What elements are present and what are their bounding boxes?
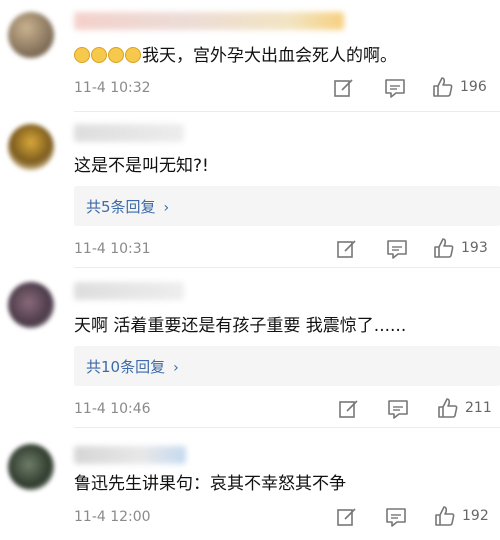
username-blurred[interactable]: [74, 12, 344, 30]
edit-icon[interactable]: [338, 398, 360, 420]
avatar[interactable]: [8, 12, 54, 58]
comment-icon[interactable]: [385, 506, 407, 528]
comment-text-content: 我天，宫外孕大出血会死人的啊。: [142, 46, 397, 66]
comment-icon[interactable]: [386, 238, 408, 260]
replies-label: 共10条回复: [86, 358, 166, 376]
thumbs-up-icon[interactable]: [437, 397, 459, 419]
chevron-right-icon: ›: [163, 200, 170, 216]
like-count: 192: [462, 508, 489, 524]
comment-text: 鲁迅先生讲果句：哀其不幸怒其不争: [74, 474, 346, 494]
like-count: 211: [465, 400, 492, 416]
comment-item: 天啊 活着重要还是有孩子重要 我震惊了...... 共10条回复 › 11-4 1…: [0, 268, 500, 428]
comment-timestamp: 11-4 10:31: [74, 241, 151, 257]
emoji-icon: [91, 47, 107, 63]
emoji-icon: [125, 47, 141, 63]
thumbs-up-icon[interactable]: [432, 76, 454, 98]
emoji-icon: [108, 47, 124, 63]
edit-icon[interactable]: [336, 506, 358, 528]
thumbs-up-icon[interactable]: [433, 237, 455, 259]
username-blurred[interactable]: [74, 446, 186, 464]
comment-text: 天啊 活着重要还是有孩子重要 我震惊了......: [74, 316, 407, 336]
avatar[interactable]: [8, 124, 54, 170]
chevron-right-icon: ›: [173, 360, 179, 376]
view-replies-link[interactable]: 共5条回复 ›: [86, 196, 169, 217]
comment-icon[interactable]: [384, 77, 406, 99]
like-count: 193: [461, 240, 488, 256]
thumbs-up-icon[interactable]: [434, 505, 456, 527]
emoji-icon: [74, 47, 90, 63]
comment-timestamp: 11-4 12:00: [74, 509, 151, 525]
comment-item: 我天，宫外孕大出血会死人的啊。 11-4 10:32 196: [0, 0, 500, 112]
avatar[interactable]: [8, 282, 54, 328]
replies-box[interactable]: 共10条回复 ›: [74, 346, 500, 386]
replies-label: 共5条回复: [86, 198, 156, 216]
comment-text: 这是不是叫无知?!: [74, 156, 209, 176]
username-blurred[interactable]: [74, 282, 184, 300]
avatar[interactable]: [8, 444, 54, 490]
edit-icon[interactable]: [336, 238, 358, 260]
username-blurred[interactable]: [74, 124, 184, 142]
comment-item: 鲁迅先生讲果句：哀其不幸怒其不争 11-4 12:00 192: [0, 428, 500, 540]
comment-timestamp: 11-4 10:46: [74, 401, 151, 417]
comment-text: 我天，宫外孕大出血会死人的啊。: [74, 44, 397, 68]
comment-item: 这是不是叫无知?! 共5条回复 › 11-4 10:31 193: [0, 112, 500, 268]
view-replies-link[interactable]: 共10条回复 ›: [86, 356, 179, 377]
edit-icon[interactable]: [333, 77, 355, 99]
comment-timestamp: 11-4 10:32: [74, 80, 151, 96]
replies-box[interactable]: 共5条回复 ›: [74, 186, 500, 226]
comment-icon[interactable]: [387, 398, 409, 420]
like-count: 196: [460, 79, 487, 95]
